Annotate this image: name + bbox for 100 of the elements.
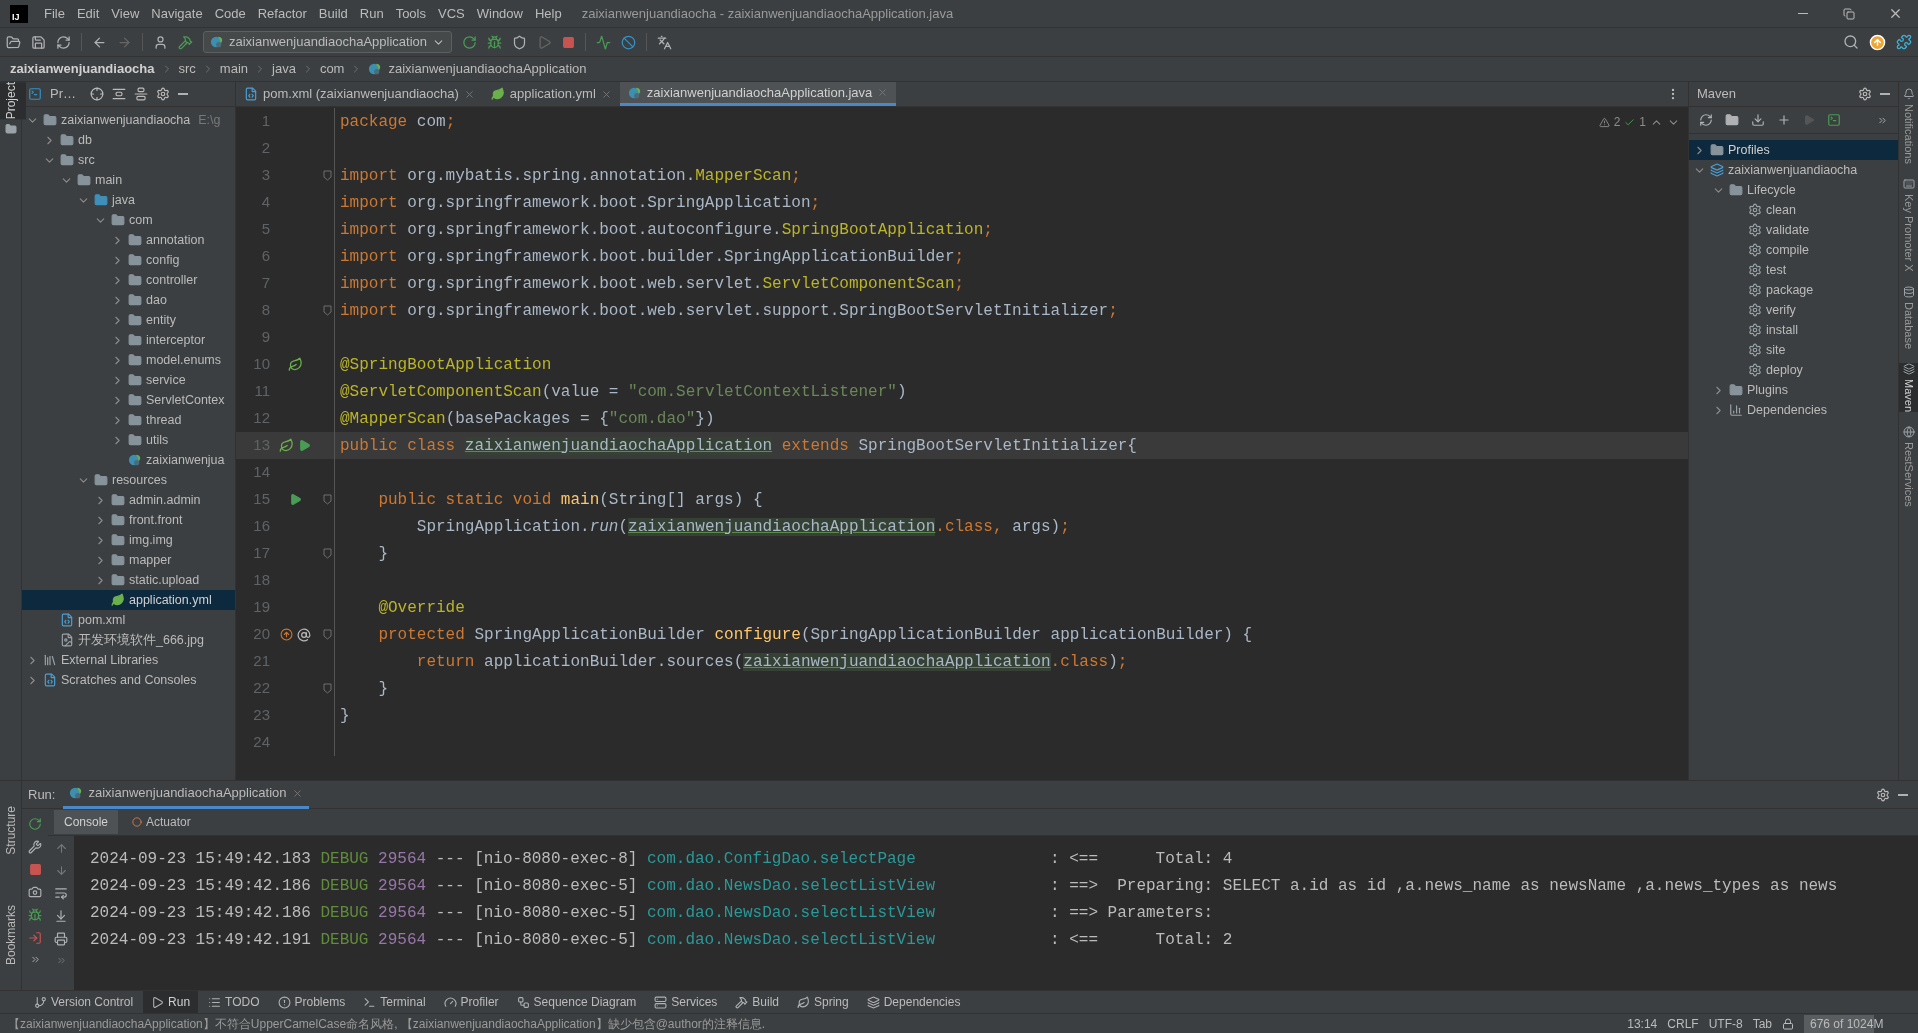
tree-item[interactable]: zaixianwenjua	[22, 450, 235, 470]
tree-item[interactable]: ServletContex	[22, 390, 235, 410]
side-tab[interactable]: Database	[1898, 285, 1918, 349]
tree-item[interactable]: service	[22, 370, 235, 390]
breadcrumb-item[interactable]: java	[272, 59, 296, 79]
close-icon[interactable]	[463, 88, 475, 100]
menu-item[interactable]: Run	[353, 3, 390, 24]
tree-item[interactable]: compile	[1689, 240, 1898, 260]
tree-item[interactable]: deploy	[1689, 360, 1898, 380]
menu-item[interactable]: Refactor	[251, 3, 313, 24]
side-tab[interactable]: Project	[0, 82, 26, 120]
menu-item[interactable]: File	[38, 3, 71, 24]
tree-item[interactable]: Scratches and Consoles	[22, 670, 235, 690]
tree-item[interactable]: install	[1689, 320, 1898, 340]
tree-item[interactable]: package	[1689, 280, 1898, 300]
tree-item[interactable]: front.front	[22, 510, 235, 530]
side-tab[interactable]: Maven	[1898, 362, 1918, 412]
tool-window-button[interactable]: Terminal	[355, 990, 434, 1014]
tree-item[interactable]: zaixianwenjuandiaocha	[1689, 160, 1898, 180]
tool-window-button[interactable]: Dependencies	[858, 990, 969, 1014]
breadcrumb-item[interactable]: com	[319, 59, 345, 79]
close-icon[interactable]	[600, 88, 612, 100]
status-item[interactable]: UTF-8	[1708, 1014, 1743, 1033]
tool-window-button[interactable]: Sequence Diagram	[508, 990, 645, 1014]
tool-window-button[interactable]: Run	[143, 990, 199, 1014]
tree-item[interactable]: dao	[22, 290, 235, 310]
tool-window-button[interactable]: Profiler	[435, 990, 507, 1014]
tree-item[interactable]: Plugins	[1689, 380, 1898, 400]
side-tab[interactable]: RestServices	[1898, 425, 1918, 507]
tool-window-button[interactable]: Build	[727, 990, 787, 1014]
tree-item[interactable]: db	[22, 130, 235, 150]
tree-item[interactable]: src	[22, 150, 235, 170]
hide-icon[interactable]	[1898, 793, 1908, 796]
tree-item[interactable]: mapper	[22, 550, 235, 570]
spring-leaf-icon	[111, 593, 125, 607]
tool-window-button[interactable]: Problems	[269, 990, 354, 1014]
tree-item[interactable]: annotation	[22, 230, 235, 250]
tree-item[interactable]: config	[22, 250, 235, 270]
side-tab[interactable]: Structure	[1, 806, 20, 855]
tree-item[interactable]: test	[1689, 260, 1898, 280]
close-icon[interactable]	[291, 787, 303, 799]
tree-item[interactable]: verify	[1689, 300, 1898, 320]
menu-item[interactable]: Edit	[70, 3, 106, 24]
tree-item[interactable]: Lifecycle	[1689, 180, 1898, 200]
tree-item[interactable]: model.enums	[22, 350, 235, 370]
tree-item[interactable]: External Libraries	[22, 650, 235, 670]
side-tab[interactable]: Key Promoter X	[1898, 177, 1918, 272]
menu-item[interactable]: Build	[312, 3, 354, 24]
breadcrumb-item[interactable]: zaixianwenjuandiaochaApplication	[388, 59, 587, 79]
breadcrumb-item[interactable]: main	[219, 59, 249, 79]
tool-window-button[interactable]: Spring	[789, 990, 857, 1014]
menu-item[interactable]: Navigate	[145, 3, 209, 24]
menu-item[interactable]: Window	[470, 3, 529, 24]
editor-tab[interactable]: zaixianwenjuandiaochaApplication.java	[619, 82, 897, 106]
tree-item[interactable]: 开发环境软件_666.jpg	[22, 630, 235, 650]
tree-item[interactable]: interceptor	[22, 330, 235, 350]
close-icon[interactable]	[877, 87, 889, 98]
tree-item[interactable]: Profiles	[1689, 140, 1898, 160]
tree-item[interactable]: admin.admin	[22, 490, 235, 510]
panel-icon	[28, 87, 42, 101]
menu-item[interactable]: View	[105, 3, 146, 24]
editor-tab[interactable]: application.yml	[482, 82, 620, 106]
status-item[interactable]: Tab	[1752, 1014, 1772, 1033]
run-tab[interactable]: zaixianwenjuandiaochaApplication	[63, 780, 309, 809]
console-tab[interactable]: Actuator	[122, 810, 201, 834]
console-tab[interactable]: Console	[54, 810, 119, 834]
tree-item[interactable]: thread	[22, 410, 235, 430]
tool-window-button[interactable]: Version Control	[26, 990, 142, 1014]
tree-item[interactable]: validate	[1689, 220, 1898, 240]
menu-item[interactable]: Tools	[389, 3, 432, 24]
tool-window-button[interactable]: Services	[646, 990, 726, 1014]
tree-item[interactable]: utils	[22, 430, 235, 450]
tool-window-button[interactable]: TODO	[200, 990, 268, 1014]
tree-item[interactable]: entity	[22, 310, 235, 330]
tree-item[interactable]: application.yml	[22, 590, 235, 610]
wrench-icon	[28, 840, 42, 854]
fold-marker-icon	[322, 170, 332, 181]
status-item[interactable]: 13:14	[1627, 1014, 1658, 1033]
side-tab[interactable]: Bookmarks	[1, 904, 20, 965]
tree-item[interactable]: pom.xml	[22, 610, 235, 630]
side-tab[interactable]: Notifications	[1898, 88, 1918, 164]
tree-item[interactable]: com	[22, 210, 235, 230]
breadcrumb-item[interactable]: zaixianwenjuandiaocha	[10, 59, 155, 79]
status-item[interactable]: CRLF	[1667, 1014, 1699, 1033]
menu-item[interactable]: Help	[528, 3, 568, 24]
menu-item[interactable]: Code	[208, 3, 252, 24]
line-number: 9	[260, 327, 270, 348]
tree-item[interactable]: java	[22, 190, 235, 210]
editor-tab[interactable]: pom.xml (zaixianwenjuandiaocha)	[236, 82, 483, 106]
run-configuration-dropdown[interactable]: zaixianwenjuandiaochaApplication	[203, 31, 453, 53]
tree-item[interactable]: clean	[1689, 200, 1898, 220]
tree-item[interactable]: img.img	[22, 530, 235, 550]
tree-item[interactable]: resources	[22, 470, 235, 490]
breadcrumb-item[interactable]: src	[178, 59, 196, 79]
menu-item[interactable]: VCS	[432, 3, 471, 24]
tree-item[interactable]: static.upload	[22, 570, 235, 590]
tree-item[interactable]: site	[1689, 340, 1898, 360]
tree-item[interactable]: main	[22, 170, 235, 190]
tree-item[interactable]: Dependencies	[1689, 400, 1898, 420]
tree-item[interactable]: controller	[22, 270, 235, 290]
